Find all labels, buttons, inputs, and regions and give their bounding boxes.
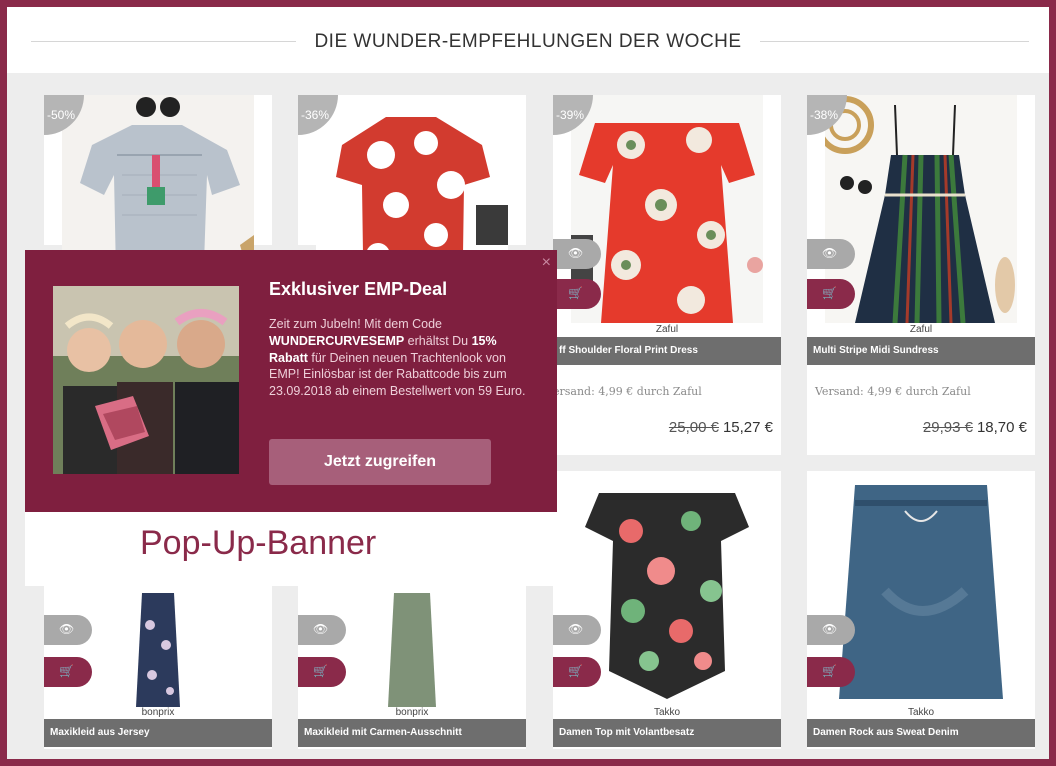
product-brand: Zaful	[909, 324, 933, 335]
section-title: DIE WUNDER-EMPFEHLUNGEN DER WOCHE	[296, 31, 760, 52]
product-card[interactable]: 👁 🛒 Takko Damen Rock aus Sweat Denim	[807, 471, 1035, 749]
product-name[interactable]: Damen Rock aus Sweat Denim	[813, 727, 959, 738]
product-name-bar[interactable]: Maxikleid aus Jersey	[44, 719, 272, 747]
product-name[interactable]: Multi Stripe Midi Sundress	[813, 345, 939, 356]
popup-photo	[53, 286, 239, 474]
shipping-info: ersand: 4,99 € durch Zaful	[553, 385, 702, 398]
cart-icon: 🛒	[313, 664, 328, 678]
quick-view-button[interactable]: 👁	[807, 615, 855, 645]
shipping-info: Versand: 4,99 € durch Zaful	[815, 385, 971, 398]
add-to-cart-button[interactable]: 🛒	[553, 657, 601, 687]
quick-view-button[interactable]: 👁	[807, 239, 855, 269]
product-name[interactable]: ff Shoulder Floral Print Dress	[559, 345, 698, 356]
eye-icon: 👁	[822, 622, 838, 636]
claim-deal-button[interactable]: Jetzt zugreifen	[269, 439, 491, 485]
product-card[interactable]: -36%	[298, 95, 526, 323]
product-name-bar[interactable]: Maxikleid mit Carmen-Ausschnitt	[298, 719, 526, 747]
product-card[interactable]: -50%	[44, 95, 272, 323]
product-name[interactable]: Maxikleid aus Jersey	[50, 727, 150, 738]
product-brand: Zaful	[655, 324, 679, 335]
eye-icon: 👁	[568, 622, 584, 636]
cart-icon: 🛒	[822, 664, 837, 678]
product-brand: bonprix	[141, 707, 175, 718]
cart-icon: 🛒	[568, 664, 583, 678]
current-price: 15,27 €	[722, 419, 773, 436]
product-name[interactable]: Maxikleid mit Carmen-Ausschnitt	[304, 727, 462, 738]
product-name[interactable]: Damen Top mit Volantbesatz	[559, 727, 694, 738]
quick-view-button[interactable]: 👁	[298, 615, 346, 645]
product-brand: Takko	[653, 707, 681, 718]
cart-icon: 🛒	[568, 286, 583, 300]
add-to-cart-button[interactable]: 🛒	[44, 657, 92, 687]
eye-icon: 👁	[822, 246, 838, 260]
close-icon[interactable]: ×	[542, 254, 551, 272]
product-name-bar[interactable]: Multi Stripe Midi Sundress	[807, 337, 1035, 365]
section-header: DIE WUNDER-EMPFEHLUNGEN DER WOCHE	[7, 7, 1049, 73]
product-name-bar[interactable]: Damen Top mit Volantbesatz	[553, 719, 781, 747]
popup-text: Zeit zum Jubeln! Mit dem Code WUNDERCURV…	[269, 317, 526, 399]
quick-view-button[interactable]: 👁	[553, 615, 601, 645]
old-price: 29,93 €	[922, 419, 973, 436]
product-card[interactable]: 👁 🛒 Takko Damen Top mit Volantbesatz	[553, 471, 781, 749]
eye-icon: 👁	[568, 246, 584, 260]
promo-code: WUNDERCURVESEMP	[269, 333, 405, 348]
add-to-cart-button[interactable]: 🛒	[807, 279, 855, 309]
promo-popup[interactable]: × Exklusiver EMP-Deal Zeit zum Jubeln! M…	[25, 250, 557, 512]
price: 29,93 €18,70 €	[923, 419, 1027, 436]
price: 25,00 €15,27 €	[669, 419, 773, 436]
add-to-cart-button[interactable]: 🛒	[298, 657, 346, 687]
product-card[interactable]: -38% 👁 🛒 Zaful Multi Stripe Midi Sundres…	[807, 95, 1035, 455]
product-brand: Takko	[907, 707, 935, 718]
eye-icon: 👁	[313, 622, 329, 636]
popup-title: Exklusiver EMP-Deal	[269, 279, 448, 299]
old-price: 25,00 €	[668, 419, 719, 436]
add-to-cart-button[interactable]: 🛒	[807, 657, 855, 687]
eye-icon: 👁	[59, 622, 75, 636]
cart-icon: 🛒	[59, 664, 74, 678]
product-card[interactable]: -39% Zaful ff Shoulder Floral Print Dres…	[553, 95, 781, 455]
add-to-cart-button[interactable]: 🛒	[553, 279, 601, 309]
product-name-bar[interactable]: ff Shoulder Floral Print Dress	[553, 337, 781, 365]
product-name-bar[interactable]: Damen Rock aus Sweat Denim	[807, 719, 1035, 747]
quick-view-button[interactable]: 👁	[553, 239, 601, 269]
quick-view-button[interactable]: 👁	[44, 615, 92, 645]
current-price: 18,70 €	[976, 419, 1027, 436]
cart-icon: 🛒	[822, 286, 837, 300]
product-brand: bonprix	[395, 707, 429, 718]
annotation-label: Pop-Up-Banner	[140, 524, 377, 562]
